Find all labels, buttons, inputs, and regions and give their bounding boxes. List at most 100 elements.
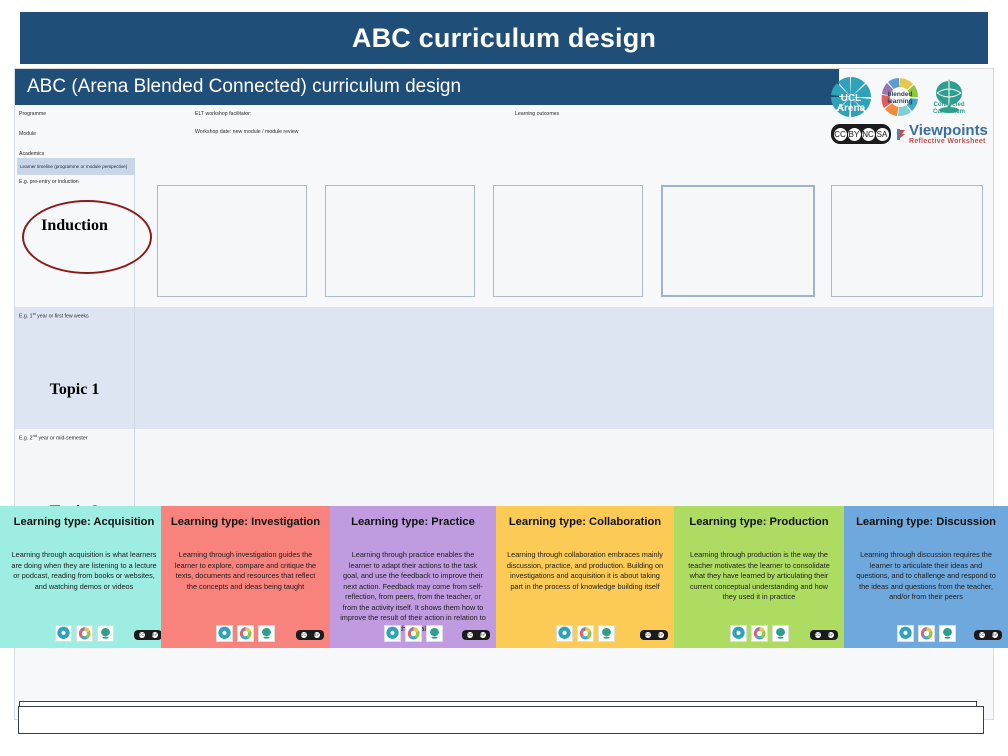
mini-blended-learning-icon xyxy=(237,625,254,642)
facilitator-field-label[interactable]: ELT workshop facilitator: xyxy=(195,111,251,117)
learning-type-card-discussion-body: Learning through discussion requires the… xyxy=(848,550,1004,603)
cc-mark-by: BY xyxy=(658,632,664,638)
mini-ucl-arena-icon xyxy=(897,625,914,642)
connected-curriculum-logo: Connected Curriculum xyxy=(927,75,971,119)
logo-row-primary: UCL Arena blend xyxy=(829,75,971,119)
timeline-row-induction[interactable]: E.g. pre-entry or induction Induction xyxy=(15,175,994,307)
timeline-row-induction-label-cell: E.g. pre-entry or induction Induction xyxy=(15,175,135,307)
cc-mark-by: BY xyxy=(314,632,320,638)
learning-type-card-strip: Learning type: Acquisition Learning thro… xyxy=(0,506,1008,651)
activity-box-3[interactable] xyxy=(493,185,643,297)
learning-type-card-collaboration[interactable]: Learning type: Collaboration Learning th… xyxy=(496,506,674,648)
cc-mark-by: BY xyxy=(848,128,861,141)
viewpoints-subtitle: Reflective Worksheet xyxy=(909,138,988,145)
mini-ucl-arena-icon xyxy=(556,625,573,642)
learning-type-card-acquisition-title: Learning type: Acquisition xyxy=(4,516,164,528)
worksheet-header-bar: ABC (Arena Blended Connected) curriculum… xyxy=(15,69,839,105)
induction-ellipse-annotation xyxy=(22,200,152,274)
viewpoints-flame-icon xyxy=(896,128,907,141)
learning-type-card-production[interactable]: Learning type: Production Learning throu… xyxy=(674,506,844,648)
timeline-row-induction-title: Induction xyxy=(15,217,134,235)
ucl-arena-logo-line2: Arena xyxy=(837,103,866,114)
slide-bottom-frame xyxy=(18,706,984,734)
learning-type-card-practice-body: Learning through practice enables the le… xyxy=(334,550,492,635)
module-field-label[interactable]: Module xyxy=(19,131,36,137)
mini-blended-learning-icon xyxy=(577,625,594,642)
worksheet-title: ABC (Arena Blended Connected) curriculum… xyxy=(15,76,461,98)
slide-canvas: ABC curriculum design ABC (Arena Blended… xyxy=(0,0,1008,756)
cc-mark-by: BY xyxy=(152,632,158,638)
learning-type-card-production-body: Learning through production is the way t… xyxy=(678,550,840,603)
timeline-row-induction-eg: E.g. pre-entry or induction xyxy=(19,179,79,185)
workshop-date-field-label[interactable]: Workshop date: new module / module revie… xyxy=(195,129,298,135)
mini-ucl-arena-icon xyxy=(730,625,747,642)
academics-field-label[interactable]: Academics xyxy=(19,151,44,157)
mini-connected-curriculum-icon xyxy=(258,625,275,642)
timeline-row-topic-1-eg: E.g. 1st year or first few weeks xyxy=(19,311,89,320)
learning-type-card-acquisition-body: Learning through acquisition is what lea… xyxy=(4,550,164,592)
cc-mark-cc: CC xyxy=(139,632,145,638)
learning-type-card-practice-cc-badge: CC BY xyxy=(462,630,490,640)
blended-learning-logo-line1: blended xyxy=(888,91,913,98)
learning-type-card-investigation-cc-badge: CC BY xyxy=(296,630,324,640)
learning-type-card-production-title: Learning type: Production xyxy=(678,516,840,528)
learner-timeline-header: Learner timeline (programme or module pe… xyxy=(17,158,135,175)
learning-type-card-collaboration-title: Learning type: Collaboration xyxy=(500,516,670,528)
connected-curriculum-logo-line2: Curriculum xyxy=(933,109,965,115)
learning-type-card-collaboration-cc-badge: CC BY xyxy=(640,630,668,640)
logo-block: UCL Arena blend xyxy=(829,71,989,163)
learning-type-card-practice-title: Learning type: Practice xyxy=(334,516,492,528)
learning-type-card-practice[interactable]: Learning type: Practice Learning through… xyxy=(330,506,496,648)
learning-type-card-collaboration-body: Learning through collaboration embraces … xyxy=(500,550,670,592)
cc-mark-by: BY xyxy=(992,632,998,638)
activity-box-2[interactable] xyxy=(325,185,475,297)
worksheet-meta-fields: Programme Module Academics ELT workshop … xyxy=(15,107,839,173)
timeline-row-topic-1-label-cell: E.g. 1st year or first few weeks Topic 1 xyxy=(15,307,135,429)
learning-type-card-investigation-title: Learning type: Investigation xyxy=(165,516,326,528)
connected-curriculum-logo-line1: Connected xyxy=(933,102,964,108)
cc-mark-by: BY xyxy=(828,632,834,638)
learning-type-card-discussion[interactable]: Learning type: Discussion Learning throu… xyxy=(844,506,1008,648)
cc-mark-cc: CC xyxy=(301,632,307,638)
learning-type-card-discussion-cc-badge: CC BY xyxy=(974,630,1002,640)
learning-type-card-investigation[interactable]: Learning type: Investigation Learning th… xyxy=(161,506,330,648)
creative-commons-badge: CC BY NC SA xyxy=(831,124,891,144)
learning-type-card-production-cc-badge: CC BY xyxy=(810,630,838,640)
activity-box-5[interactable] xyxy=(831,185,983,297)
cc-mark-cc: CC xyxy=(815,632,821,638)
logo-row-secondary: CC BY NC SA Viewpoints Reflective Worksh… xyxy=(831,123,988,145)
learning-type-card-investigation-body: Learning through investigation guides th… xyxy=(165,550,326,592)
mini-connected-curriculum-icon xyxy=(97,625,114,642)
mini-ucl-arena-icon xyxy=(384,625,401,642)
learner-timeline-header-label: Learner timeline (programme or module pe… xyxy=(17,164,127,170)
activity-box-1[interactable] xyxy=(157,185,307,297)
mini-ucl-arena-icon xyxy=(216,625,233,642)
mini-connected-curriculum-icon xyxy=(598,625,615,642)
timeline-row-topic-1[interactable]: E.g. 1st year or first few weeks Topic 1 xyxy=(15,307,994,429)
mini-blended-learning-icon xyxy=(918,625,935,642)
learning-type-card-discussion-title: Learning type: Discussion xyxy=(848,516,1004,528)
viewpoints-logo: Viewpoints Reflective Worksheet xyxy=(896,123,988,145)
page-title: ABC curriculum design xyxy=(352,23,656,54)
presentation-title-banner: ABC curriculum design xyxy=(20,12,988,64)
mini-connected-curriculum-icon xyxy=(939,625,956,642)
timeline-row-topic-2-eg: E.g. 2nd year or mid-semester xyxy=(19,433,87,442)
mini-ucl-arena-icon xyxy=(55,625,72,642)
learning-outcomes-label[interactable]: Learning outcomes xyxy=(515,111,559,117)
mini-connected-curriculum-icon xyxy=(426,625,443,642)
cc-mark-cc: CC xyxy=(979,632,985,638)
blended-learning-logo-line2: learning xyxy=(887,98,912,105)
programme-field-label[interactable]: Programme xyxy=(19,111,46,117)
cc-mark-nc: NC xyxy=(862,128,875,141)
blended-learning-logo: blended learning xyxy=(877,75,923,119)
cc-mark-cc: CC xyxy=(467,632,473,638)
learning-type-card-acquisition-cc-badge: CC BY xyxy=(134,630,162,640)
timeline-row-topic-1-title: Topic 1 xyxy=(15,381,134,399)
viewpoints-title: Viewpoints xyxy=(909,123,988,138)
activity-box-4[interactable] xyxy=(661,185,815,297)
mini-blended-learning-icon xyxy=(76,625,93,642)
cc-mark-sa: SA xyxy=(876,128,889,141)
cc-mark-cc: CC xyxy=(645,632,651,638)
learning-type-card-acquisition[interactable]: Learning type: Acquisition Learning thro… xyxy=(0,506,168,648)
mini-blended-learning-icon xyxy=(405,625,422,642)
